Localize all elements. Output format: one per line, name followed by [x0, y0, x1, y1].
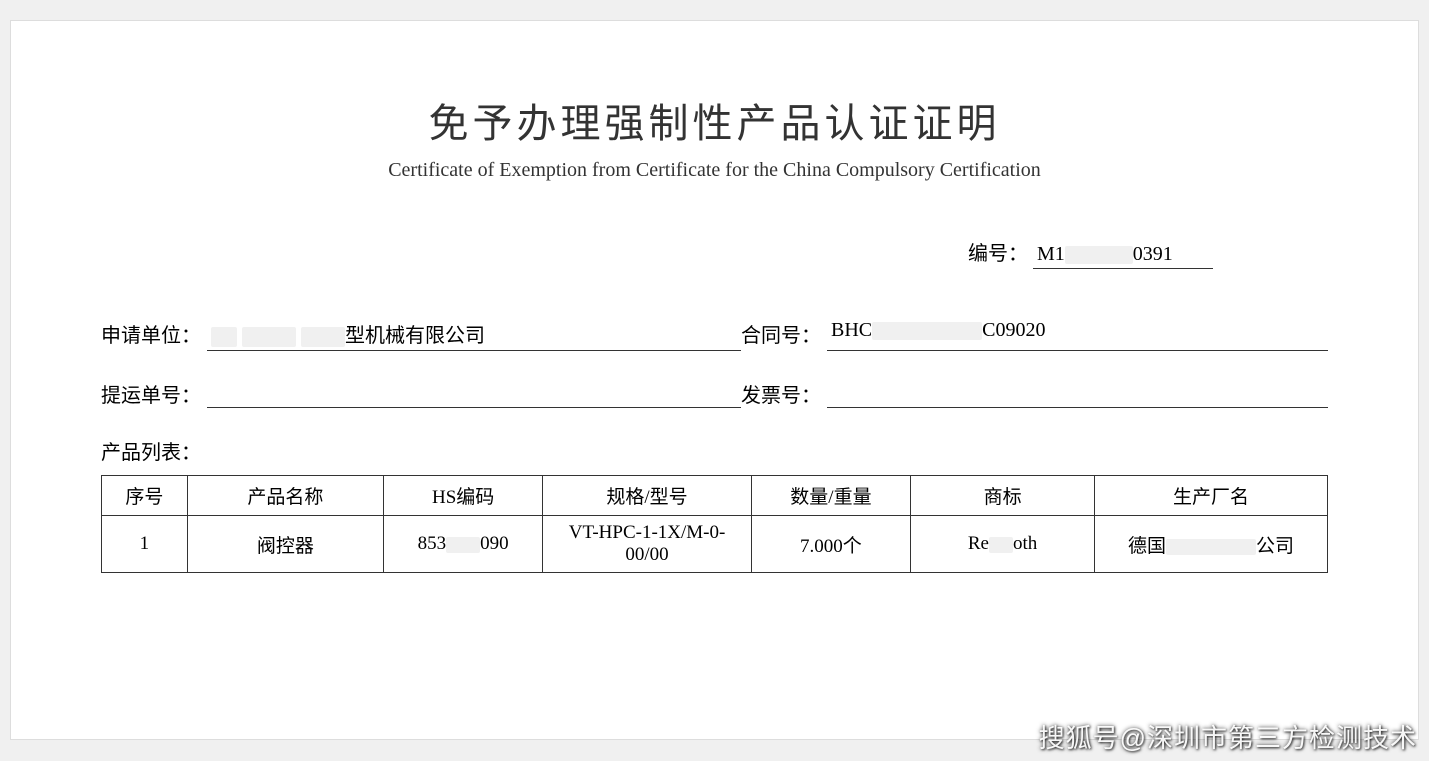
- docno-label: 编号：: [968, 237, 1028, 266]
- invoice-value: [827, 379, 1328, 408]
- docno-value: M10391: [1033, 243, 1213, 269]
- invoice-label: 发票号：: [741, 379, 821, 408]
- cell-mfr: 德国公司: [1095, 516, 1328, 573]
- info-row-2: 提运单号： 发票号：: [101, 379, 1328, 408]
- title-chinese: 免予办理强制性产品认证证明: [101, 91, 1328, 149]
- col-brand: 商标: [911, 476, 1095, 516]
- contract-value: BHCC09020: [827, 319, 1328, 351]
- applicant-value: 型机械有限公司: [207, 319, 741, 351]
- document-number-row: 编号： M10391: [101, 237, 1328, 269]
- cell-seq: 1: [102, 516, 188, 573]
- table-header-row: 序号 产品名称 HS编码 规格/型号 数量/重量 商标 生产厂名: [102, 476, 1328, 516]
- col-seq: 序号: [102, 476, 188, 516]
- contract-label: 合同号：: [741, 319, 821, 351]
- cell-name: 阀控器: [187, 516, 383, 573]
- cell-hs: 853090: [383, 516, 542, 573]
- cell-brand: Reoth: [911, 516, 1095, 573]
- col-model: 规格/型号: [543, 476, 751, 516]
- bill-value: [207, 379, 741, 408]
- col-name: 产品名称: [187, 476, 383, 516]
- table-row: 1 阀控器 853090 VT-HPC-1-1X/M-0-00/00 7.000…: [102, 516, 1328, 573]
- col-qty: 数量/重量: [751, 476, 910, 516]
- col-mfr: 生产厂名: [1095, 476, 1328, 516]
- watermark-text: 搜狐号@深圳市第三方检测技术: [1039, 718, 1417, 755]
- applicant-label: 申请单位：: [101, 319, 201, 351]
- products-table: 序号 产品名称 HS编码 规格/型号 数量/重量 商标 生产厂名 1 阀控器 8…: [101, 475, 1328, 573]
- certificate-page: 免予办理强制性产品认证证明 Certificate of Exemption f…: [10, 20, 1419, 740]
- cell-qty: 7.000个: [751, 516, 910, 573]
- info-row-1: 申请单位： 型机械有限公司 合同号： BHCC09020: [101, 319, 1328, 351]
- title-english: Certificate of Exemption from Certificat…: [101, 159, 1328, 182]
- cell-model: VT-HPC-1-1X/M-0-00/00: [543, 516, 751, 573]
- bill-label: 提运单号：: [101, 379, 201, 408]
- col-hs: HS编码: [383, 476, 542, 516]
- product-list-label: 产品列表：: [101, 436, 1328, 465]
